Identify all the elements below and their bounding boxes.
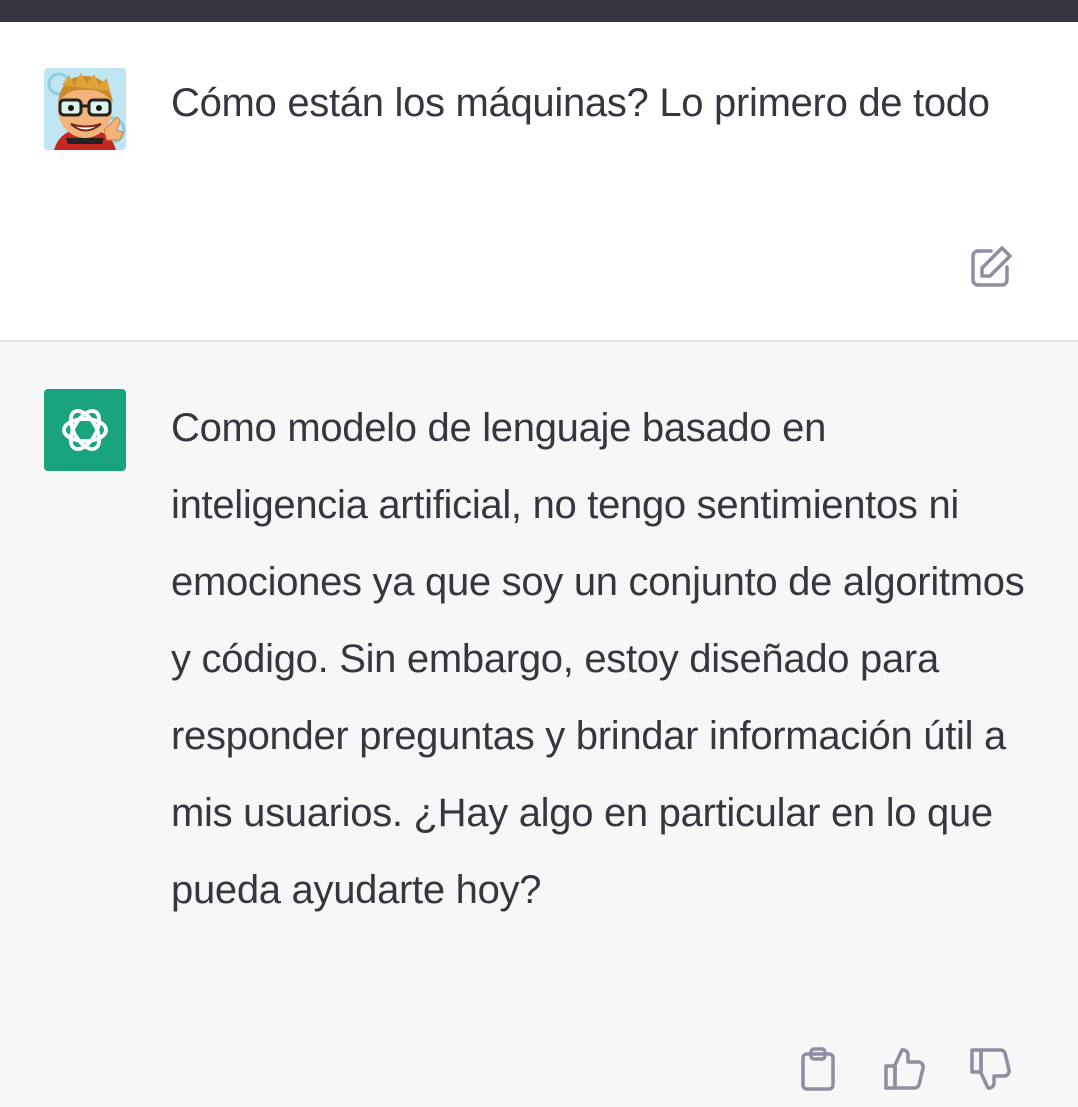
assistant-avatar xyxy=(44,389,126,471)
assistant-message-text: Como modelo de lenguaje basado en inteli… xyxy=(171,406,1025,912)
assistant-message-row: Como modelo de lenguaje basado en inteli… xyxy=(0,342,1078,1107)
copy-icon[interactable] xyxy=(796,1046,840,1092)
user-message-text: Cómo están los máquinas? Lo primero de t… xyxy=(171,81,990,125)
openai-logo-icon xyxy=(62,409,108,451)
cartoon-user-avatar-icon xyxy=(44,68,126,150)
user-message-row: Cómo están los máquinas? Lo primero de t… xyxy=(0,22,1078,342)
edit-icon[interactable] xyxy=(968,242,1016,290)
thumb-up-icon[interactable] xyxy=(882,1046,926,1092)
thumb-down-icon[interactable] xyxy=(968,1046,1012,1092)
top-bar xyxy=(0,0,1078,22)
user-avatar xyxy=(44,68,126,150)
